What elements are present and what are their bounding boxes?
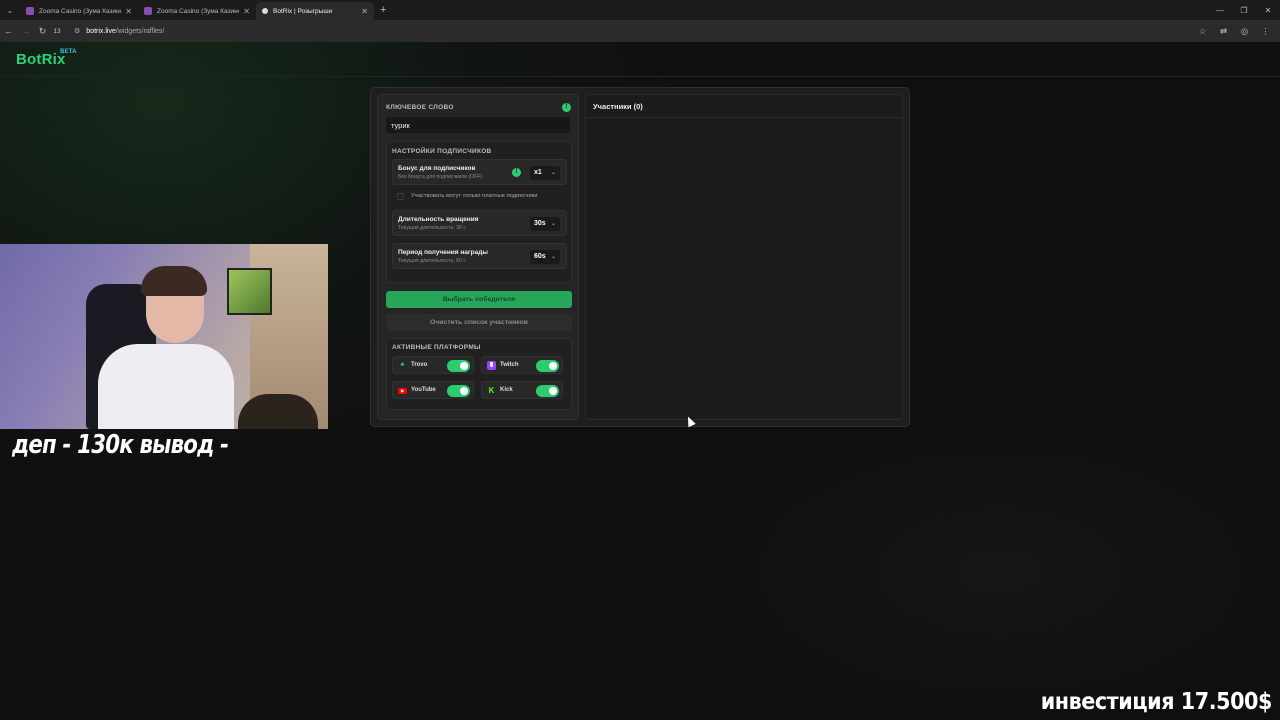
new-tab-icon[interactable]: + — [380, 4, 386, 16]
platform-name: Twitch — [500, 362, 519, 368]
spin-duration-row: Длительность вращения Текущая длительнос… — [392, 210, 567, 236]
platform-name: Trovo — [411, 362, 428, 368]
subscriber-bonus-row: Бонус для подписчиков Без бонуса для под… — [392, 159, 567, 185]
chevron-down-icon: ⌄ — [550, 254, 556, 260]
platforms-label: АКТИВНЫЕ ПЛАТФОРМЫ — [392, 344, 481, 351]
raffle-widget: КЛЮЧЕВОЕ СЛОВО ! НАСТРОЙКИ ПОДПИСЧИКОВ Б… — [370, 87, 910, 427]
spin-duration-description: Текущая длительность: 30 с — [398, 225, 466, 231]
zooma-favicon-icon — [26, 7, 34, 15]
bonus-title: Бонус для подписчиков — [398, 165, 476, 172]
tab-search-icon[interactable]: ⌄ — [0, 0, 20, 20]
extensions-icon[interactable]: ◎ — [1234, 26, 1255, 37]
bonus-multiplier-value: x1 — [534, 169, 542, 176]
keyword-label: КЛЮЧЕВОЕ СЛОВО — [386, 104, 454, 111]
claim-period-value: 60s — [534, 253, 546, 260]
site-info-icon[interactable]: ⚙ — [74, 27, 80, 35]
chevron-down-icon: ⌄ — [550, 170, 556, 176]
participants-panel: Участники (0) — [585, 94, 903, 420]
zooma-favicon-icon — [144, 7, 152, 15]
cam-tv — [227, 268, 272, 315]
beta-badge: BETA — [60, 49, 77, 55]
paid-only-row[interactable]: Участвовать могут только платные подписч… — [392, 190, 567, 204]
close-icon[interactable]: ✕ — [243, 7, 250, 16]
youtube-toggle[interactable] — [447, 385, 470, 397]
participants-title: Участники (0) — [593, 102, 643, 111]
botrix-favicon-icon — [262, 8, 268, 14]
tab-label: Zooma Casino (Зума Казино) — [39, 7, 122, 15]
forward-icon[interactable]: → — [17, 20, 34, 42]
deposit-overlay-text: деп - 130к вывод - — [12, 430, 229, 460]
trovo-icon: ♣ — [400, 362, 405, 368]
restore-icon[interactable]: ❐ — [1232, 0, 1256, 20]
spin-duration-value: 30s — [534, 220, 546, 227]
site-header: BotRix BETA — [0, 42, 1280, 77]
cam-pet — [238, 394, 318, 429]
browser-tab-3[interactable]: BotRix | Розыгрыши ✕ — [256, 2, 374, 20]
investment-overlay-text: инвестиция 17.500$ — [1040, 689, 1273, 715]
tab-label: BotRix | Розыгрыши — [273, 7, 333, 15]
trovo-toggle[interactable] — [447, 360, 470, 372]
extension-count-badge[interactable]: 13 — [51, 28, 63, 35]
claim-period-title: Период получения награды — [398, 249, 488, 256]
webcam-overlay — [0, 244, 328, 429]
active-platforms: АКТИВНЫЕ ПЛАТФОРМЫ ♣ Trovo ▮ Twitch ▶ Yo… — [386, 338, 572, 410]
close-icon[interactable]: ✕ — [361, 7, 368, 16]
divider — [586, 117, 902, 118]
url-text: botrix.live/widgets/raffles/ — [86, 28, 164, 35]
youtube-icon: ▶ — [398, 388, 407, 394]
chevron-down-icon: ⌄ — [550, 221, 556, 227]
window-close-icon[interactable]: ✕ — [1256, 0, 1280, 20]
raffle-settings-panel: КЛЮЧЕВОЕ СЛОВО ! НАСТРОЙКИ ПОДПИСЧИКОВ Б… — [377, 94, 579, 420]
bonus-info-icon[interactable]: ! — [512, 168, 521, 177]
browser-tab-bar: ⌄ Zooma Casino (Зума Казино) ✕ Zooma Cas… — [0, 0, 1280, 20]
claim-period-row: Период получения награды Текущая длитель… — [392, 243, 567, 269]
back-icon[interactable]: ← — [0, 20, 17, 42]
translate-icon[interactable]: ⇄ — [1213, 26, 1234, 37]
paid-only-label: Участвовать могут только платные подписч… — [411, 193, 538, 199]
platform-name: Kick — [500, 387, 513, 393]
spin-duration-select[interactable]: 30s ⌄ — [530, 217, 560, 231]
subscriber-settings: НАСТРОЙКИ ПОДПИСЧИКОВ Бонус для подписчи… — [386, 141, 572, 283]
address-bar[interactable]: ⚙ botrix.live/widgets/raffles/ — [70, 23, 1220, 39]
browser-toolbar: ← → ↻ 13 ⚙ botrix.live/widgets/raffles/ … — [0, 20, 1280, 42]
platform-name: YouTube — [411, 387, 436, 393]
twitch-icon: ▮ — [487, 361, 496, 370]
cam-person-shirt — [98, 344, 234, 429]
claim-period-select[interactable]: 60s ⌄ — [530, 250, 560, 264]
cam-person-hair — [141, 266, 207, 296]
twitch-toggle[interactable] — [536, 360, 559, 372]
bonus-description: Без бонуса для подписчиков (OFF) — [398, 174, 483, 180]
bookmark-star-icon[interactable]: ☆ — [1192, 26, 1213, 37]
browser-actions: ☆ ⇄ ◎ ⋮ — [1192, 20, 1276, 42]
subscriber-settings-label: НАСТРОЙКИ ПОДПИСЧИКОВ — [392, 148, 492, 155]
minimize-icon[interactable]: — — [1208, 0, 1232, 20]
close-icon[interactable]: ✕ — [125, 7, 132, 16]
reload-icon[interactable]: ↻ — [34, 20, 51, 42]
url-host: botrix.live — [86, 27, 116, 35]
window-controls: — ❐ ✕ — [1208, 0, 1280, 20]
paid-only-checkbox[interactable] — [397, 193, 404, 200]
tab-label: Zooma Casino (Зума Казино) с — [157, 7, 239, 15]
clear-participants-button[interactable]: Очистить список участников — [386, 314, 572, 331]
keyword-info-icon[interactable]: ! — [562, 103, 571, 112]
botrix-logo[interactable]: BotRix BETA — [16, 49, 77, 68]
kick-icon: K — [488, 386, 495, 395]
logo-text: BotRix — [16, 51, 66, 68]
kick-toggle[interactable] — [536, 385, 559, 397]
keyword-input[interactable] — [386, 117, 570, 133]
url-path: /widgets/raffles/ — [115, 27, 165, 35]
claim-period-description: Текущая длительность: 60 с — [398, 258, 466, 264]
menu-icon[interactable]: ⋮ — [1255, 26, 1276, 37]
browser-tab-2[interactable]: Zooma Casino (Зума Казино) с ✕ — [138, 2, 256, 20]
platform-kick: K Kick — [481, 381, 563, 399]
platform-youtube: ▶ YouTube — [392, 381, 474, 399]
platform-trovo: ♣ Trovo — [392, 356, 474, 374]
spin-duration-title: Длительность вращения — [398, 216, 479, 223]
platform-twitch: ▮ Twitch — [481, 356, 563, 374]
pick-winner-button[interactable]: Выбрать победителя — [386, 291, 572, 308]
bonus-multiplier-select[interactable]: x1 ⌄ — [530, 166, 560, 180]
browser-tab-1[interactable]: Zooma Casino (Зума Казино) ✕ — [20, 2, 138, 20]
